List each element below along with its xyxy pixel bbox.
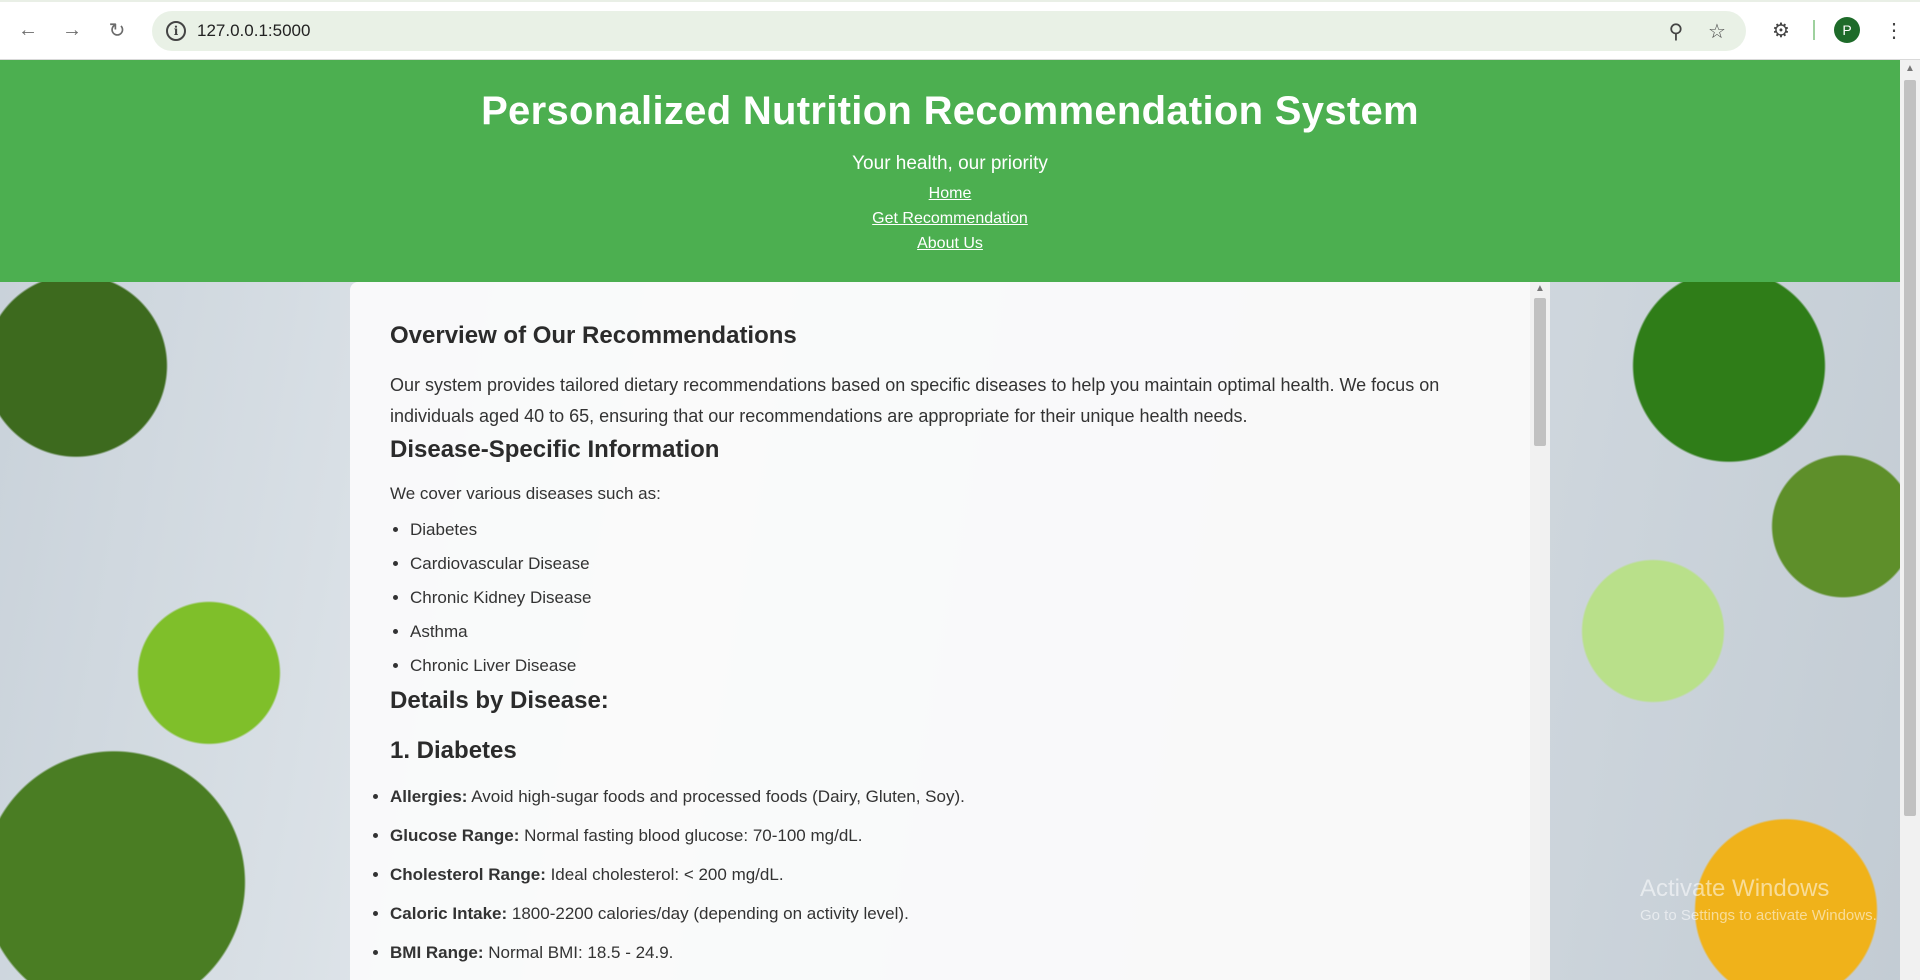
detail-text: Avoid high-sugar foods and processed foo… — [467, 787, 965, 806]
browser-toolbar: ← → ↻ i 127.0.0.1:5000 ⚲ ☆ ⚙ P ⋮ — [0, 0, 1920, 60]
list-item: Caloric Intake: 1800-2200 calories/day (… — [390, 894, 1500, 933]
site-header: Personalized Nutrition Recommendation Sy… — [0, 60, 1900, 282]
zoom-icon[interactable]: ⚲ — [1664, 19, 1688, 43]
back-arrow-icon[interactable]: ← — [12, 14, 44, 46]
page-scrollbar[interactable]: ▲ — [1900, 60, 1920, 980]
list-item: Asthma — [410, 615, 1500, 649]
diabetes-heading: 1. Diabetes — [390, 737, 517, 764]
reload-icon[interactable]: ↻ — [101, 14, 133, 46]
site-tagline: Your health, our priority — [852, 153, 1048, 174]
detail-text: Normal BMI: 18.5 - 24.9. — [483, 943, 674, 962]
content-panel: Overview of Our Recommendations Our syst… — [350, 282, 1550, 980]
bookmark-star-icon[interactable]: ☆ — [1705, 19, 1729, 43]
watermark-title: Activate Windows — [1640, 875, 1830, 902]
detail-label: Cholesterol Range: — [390, 865, 546, 884]
profile-avatar[interactable]: P — [1834, 17, 1860, 43]
content-scrollbar-thumb[interactable] — [1534, 298, 1546, 446]
list-item: Diabetes — [410, 513, 1500, 547]
detail-label: Glucose Range: — [390, 826, 520, 845]
list-item: Cardiovascular Disease — [410, 547, 1500, 581]
toolbar-divider — [1813, 20, 1815, 40]
list-item: BMI Range: Normal BMI: 18.5 - 24.9. — [390, 933, 1500, 972]
detail-label: Caloric Intake: — [390, 904, 508, 923]
disease-list: Diabetes Cardiovascular Disease Chronic … — [410, 513, 1500, 683]
list-item: Allergies: Avoid high-sugar foods and pr… — [390, 777, 1500, 816]
forward-arrow-icon[interactable]: → — [56, 14, 88, 46]
nav-link-get-recommendation[interactable]: Get Recommendation — [0, 206, 1900, 231]
url-text[interactable]: 127.0.0.1:5000 — [197, 21, 310, 41]
scroll-up-arrow-icon[interactable]: ▲ — [1530, 282, 1550, 296]
tab-strip — [0, 0, 1920, 2]
list-item: Glucose Range: Normal fasting blood gluc… — [390, 816, 1500, 855]
site-nav: Home Get Recommendation About Us — [0, 181, 1900, 256]
detail-label: Allergies: — [390, 787, 468, 806]
overview-paragraph: Our system provides tailored dietary rec… — [390, 375, 1440, 426]
activate-windows-watermark: Activate Windows Go to Settings to activ… — [1640, 875, 1877, 924]
content-scrollbar[interactable]: ▲ — [1530, 282, 1550, 980]
address-bar[interactable]: i 127.0.0.1:5000 ⚲ ☆ — [152, 11, 1746, 51]
detail-text: 1800-2200 calories/day (depending on act… — [507, 904, 909, 923]
extensions-icon[interactable]: ⚙ — [1765, 14, 1797, 46]
site-title: Personalized Nutrition Recommendation Sy… — [481, 89, 1419, 133]
site-info-icon[interactable]: i — [166, 21, 186, 41]
list-item: Chronic Kidney Disease — [410, 581, 1500, 615]
disease-intro: We cover various diseases such as: — [390, 484, 661, 503]
detail-label: BMI Range: — [390, 943, 484, 962]
diabetes-details-list: Allergies: Avoid high-sugar foods and pr… — [390, 777, 1500, 972]
detail-text: Normal fasting blood glucose: 70-100 mg/… — [519, 826, 863, 845]
disease-info-heading: Disease-Specific Information — [390, 436, 720, 463]
list-item: Chronic Liver Disease — [410, 649, 1500, 683]
watermark-subtitle: Go to Settings to activate Windows. — [1640, 907, 1877, 924]
page-scroll-up-arrow-icon[interactable]: ▲ — [1900, 62, 1920, 76]
page-scrollbar-thumb[interactable] — [1904, 80, 1916, 816]
nav-link-home[interactable]: Home — [0, 181, 1900, 206]
web-page: Personalized Nutrition Recommendation Sy… — [0, 60, 1920, 980]
overview-heading: Overview of Our Recommendations — [390, 322, 797, 349]
menu-dots-icon[interactable]: ⋮ — [1878, 14, 1910, 46]
nav-link-about-us[interactable]: About Us — [0, 231, 1900, 256]
detail-text: Ideal cholesterol: < 200 mg/dL. — [545, 865, 784, 884]
list-item: Cholesterol Range: Ideal cholesterol: < … — [390, 855, 1500, 894]
details-heading: Details by Disease: — [390, 687, 609, 714]
